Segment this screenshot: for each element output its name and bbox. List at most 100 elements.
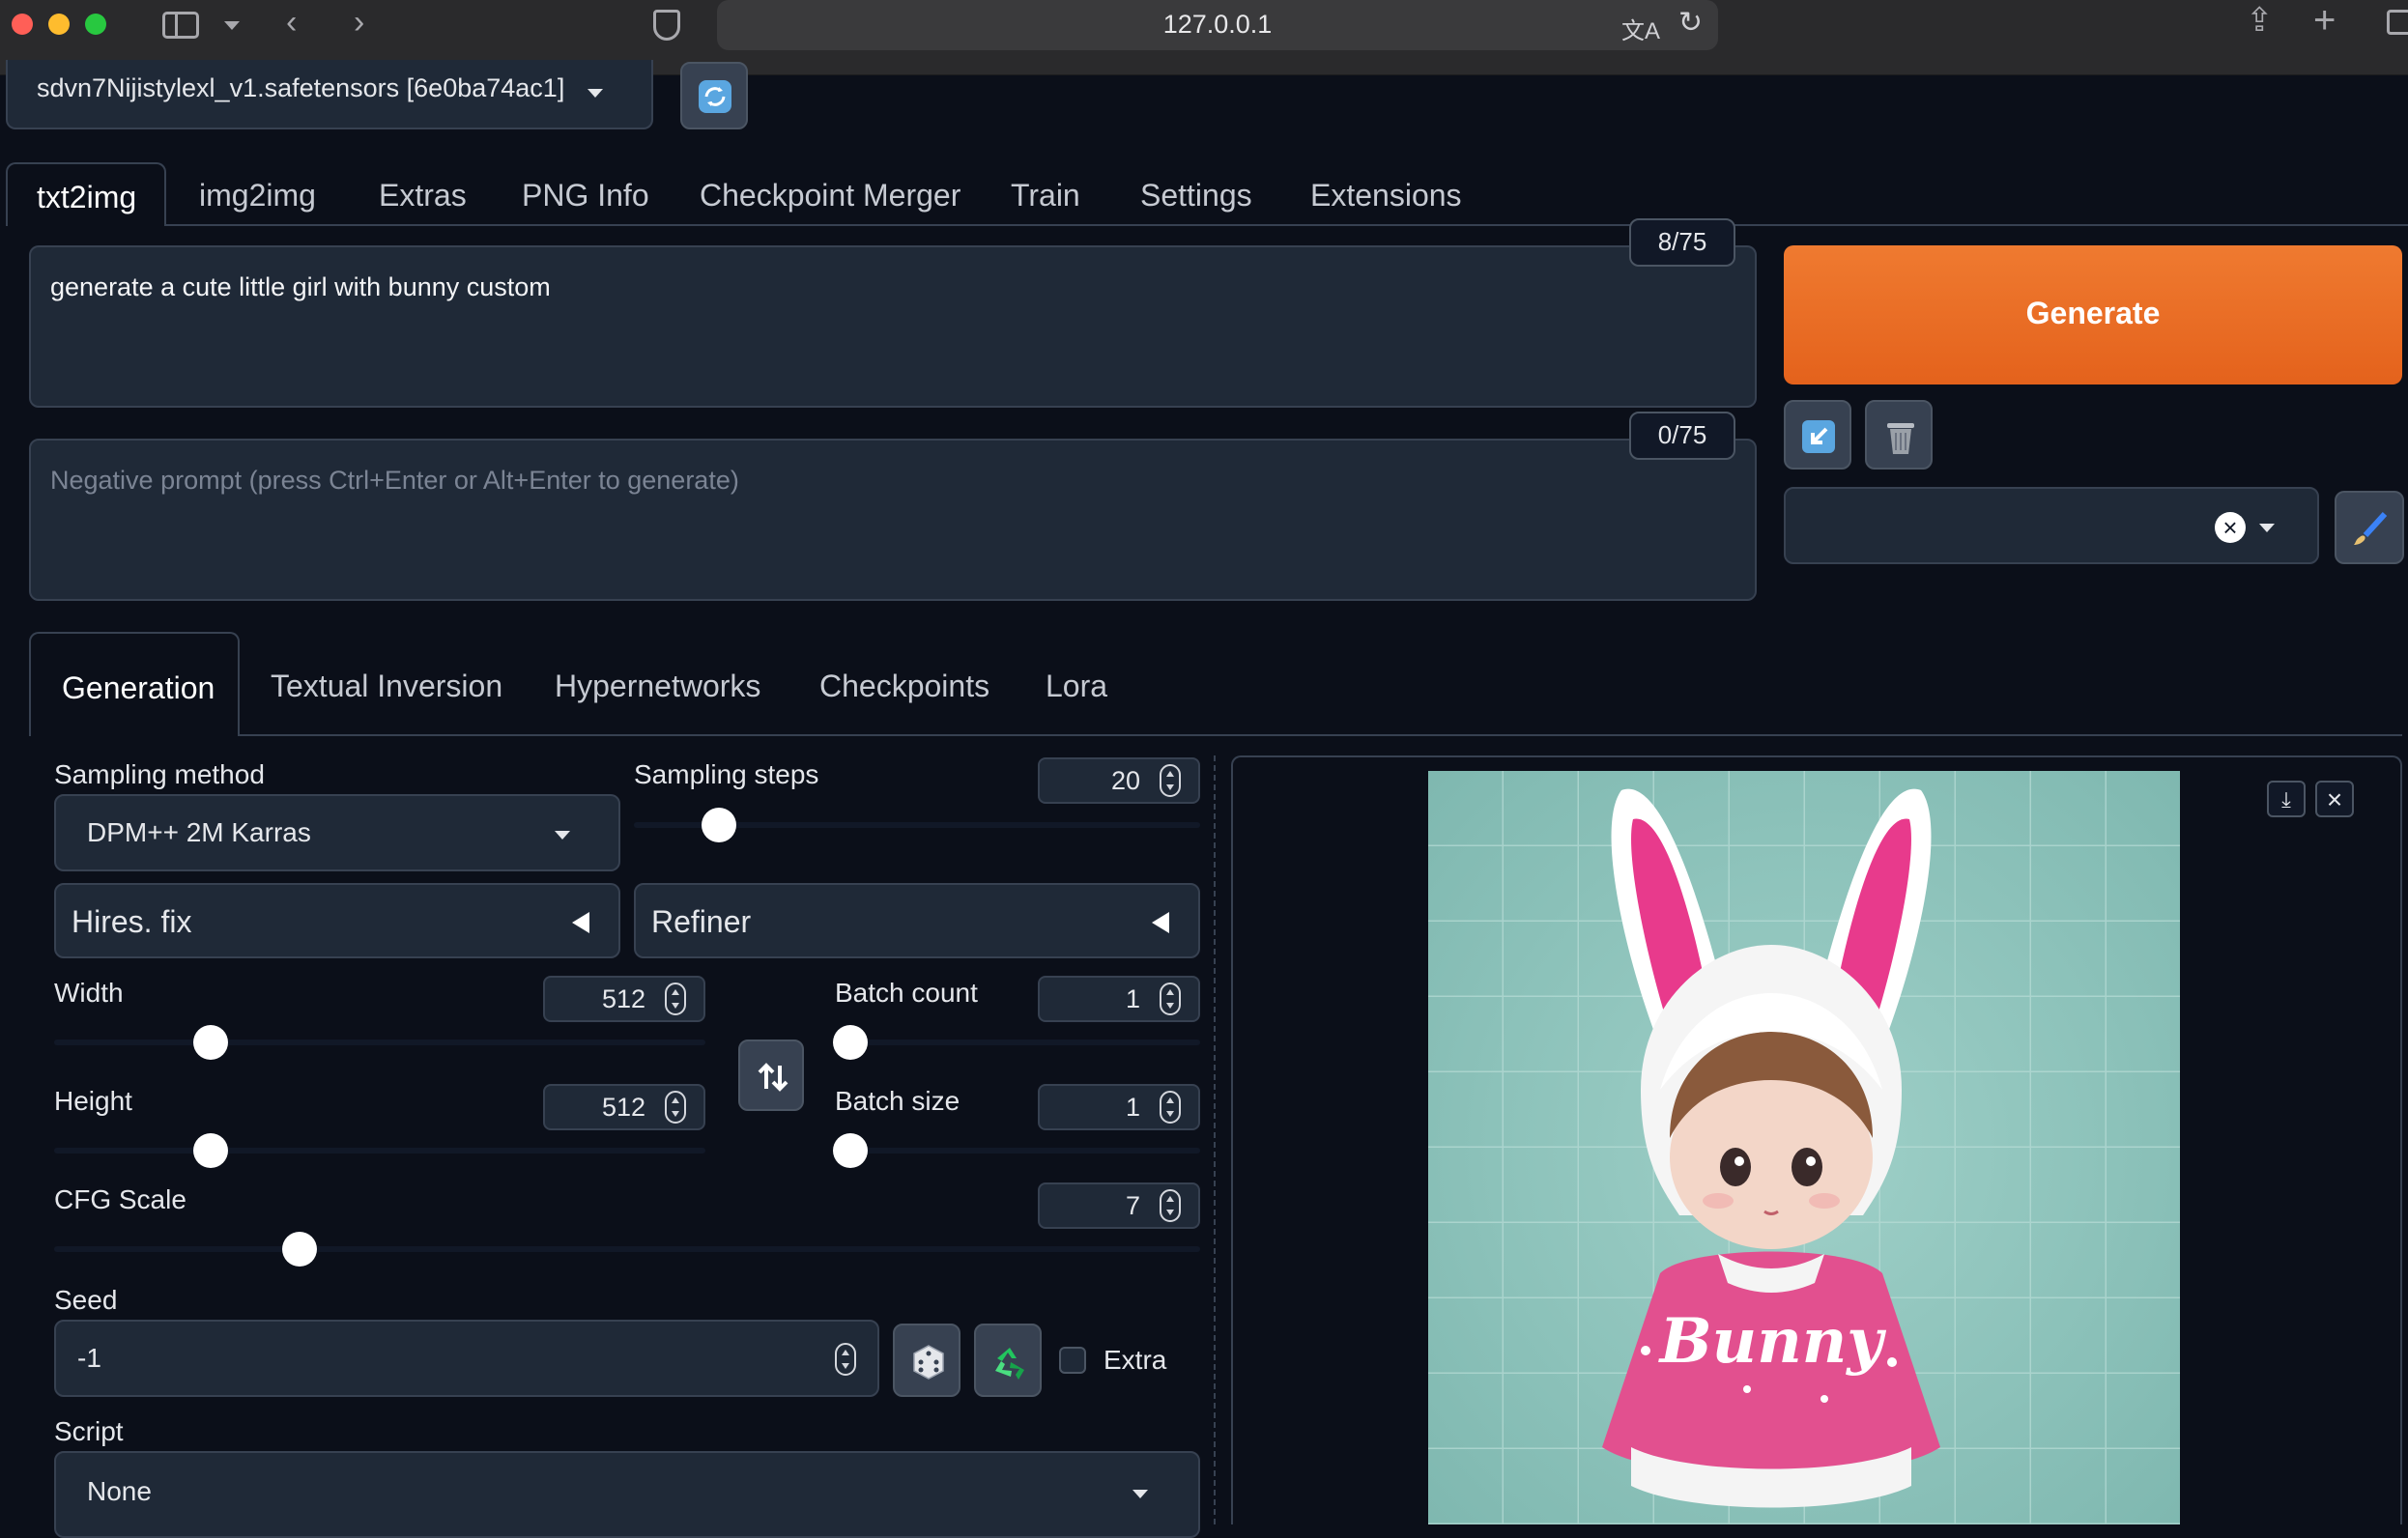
width-input[interactable]: 512	[543, 976, 705, 1022]
batch-count-input[interactable]: 1	[1038, 976, 1200, 1022]
refiner-accordion[interactable]: Refiner	[634, 883, 1200, 958]
new-tab-icon[interactable]: +	[2313, 1, 2336, 40]
random-seed-button[interactable]	[893, 1324, 960, 1397]
share-icon[interactable]: ⇪	[2246, 4, 2274, 37]
tab-label: Generation	[62, 670, 215, 705]
collapse-arrow-icon	[572, 912, 589, 933]
height-slider[interactable]	[54, 1148, 705, 1154]
reload-icon[interactable]: ↻	[1678, 6, 1703, 40]
prompt-textarea[interactable]: generate a cute little girl with bunny c…	[29, 245, 1757, 408]
generated-image[interactable]: Bunny	[1428, 771, 2180, 1524]
trash-icon	[1887, 423, 1914, 454]
script-dropdown[interactable]: None	[54, 1451, 1200, 1538]
dice-icon	[913, 1345, 944, 1380]
tab-extensions[interactable]: Extensions	[1310, 178, 1462, 214]
download-icon[interactable]: ⤓	[2267, 781, 2306, 817]
height-value: 512	[601, 1093, 645, 1122]
back-icon[interactable]: ‹	[286, 6, 297, 39]
sidebar-icon[interactable]	[162, 12, 199, 39]
seed-value: -1	[77, 1343, 101, 1373]
checkpoint-value: sdvn7Nijistylexl_v1.safetensors [6e0ba74…	[37, 73, 565, 102]
refresh-icon	[699, 80, 731, 113]
height-label: Height	[54, 1086, 132, 1116]
column-divider	[1214, 755, 1216, 1524]
width-value: 512	[601, 984, 645, 1013]
batch-count-slider-handle[interactable]	[833, 1025, 868, 1060]
forward-icon[interactable]: ›	[354, 6, 364, 39]
generate-button[interactable]: Generate	[1784, 245, 2402, 384]
tab-txt2img[interactable]: txt2img	[6, 162, 166, 226]
cfg-scale-input[interactable]: 7	[1038, 1182, 1200, 1229]
refiner-label: Refiner	[651, 904, 752, 939]
address-bar[interactable]: 127.0.0.1 文A ↻	[717, 0, 1718, 50]
seed-input[interactable]: -1	[54, 1320, 879, 1397]
minimize-window-button[interactable]	[48, 14, 70, 35]
chevron-down-icon[interactable]	[224, 21, 240, 30]
stepper-icon[interactable]	[665, 1091, 686, 1124]
tab-train[interactable]: Train	[1011, 178, 1080, 214]
zoom-window-button[interactable]	[85, 14, 106, 35]
paste-params-button[interactable]	[1784, 400, 1851, 470]
bunny-girl-illustration: Bunny	[1428, 771, 2180, 1524]
tab-extras[interactable]: Extras	[379, 178, 467, 214]
sampling-method-label: Sampling method	[54, 759, 265, 789]
batch-count-slider[interactable]	[835, 1040, 1200, 1045]
script-label: Script	[54, 1416, 124, 1446]
translate-icon[interactable]: 文A	[1621, 12, 1660, 45]
batch-size-input[interactable]: 1	[1038, 1084, 1200, 1130]
stepper-icon[interactable]	[1160, 1189, 1181, 1222]
tab-lora[interactable]: Lora	[1046, 669, 1107, 704]
sampling-method-dropdown[interactable]: DPM++ 2M Karras	[54, 794, 620, 871]
prompt-text: generate a cute little girl with bunny c…	[50, 272, 551, 301]
close-icon[interactable]: ×	[2215, 512, 2246, 543]
batch-size-slider[interactable]	[835, 1148, 1200, 1154]
negative-prompt-textarea[interactable]: Negative prompt (press Ctrl+Enter or Alt…	[29, 439, 1757, 601]
batch-size-slider-handle[interactable]	[833, 1133, 868, 1168]
arrow-icon	[1802, 420, 1835, 453]
close-icon[interactable]: ×	[2315, 781, 2354, 817]
height-input[interactable]: 512	[543, 1084, 705, 1130]
sampling-steps-label: Sampling steps	[634, 759, 819, 789]
sampling-steps-input[interactable]: 20	[1038, 757, 1200, 804]
script-value: None	[87, 1476, 152, 1506]
tab-checkpoints[interactable]: Checkpoints	[819, 669, 989, 704]
cfg-scale-slider[interactable]	[54, 1246, 1200, 1252]
stepper-icon[interactable]	[1160, 764, 1181, 797]
tab-checkpoint-merger[interactable]: Checkpoint Merger	[700, 178, 960, 214]
tab-overview-icon[interactable]	[2387, 10, 2408, 35]
reuse-seed-button[interactable]	[974, 1324, 1042, 1397]
batch-count-label: Batch count	[835, 978, 978, 1008]
sampling-method-value: DPM++ 2M Karras	[87, 817, 311, 847]
extra-checkbox[interactable]	[1059, 1347, 1086, 1374]
stepper-icon[interactable]	[665, 983, 686, 1015]
height-slider-handle[interactable]	[193, 1133, 228, 1168]
sampling-steps-value: 20	[1110, 766, 1140, 795]
width-slider[interactable]	[54, 1040, 705, 1045]
cfg-scale-slider-handle[interactable]	[282, 1232, 317, 1267]
stepper-icon[interactable]	[1160, 1091, 1181, 1124]
hires-fix-accordion[interactable]: Hires. fix	[54, 883, 620, 958]
tab-png-info[interactable]: PNG Info	[522, 178, 649, 214]
width-slider-handle[interactable]	[193, 1025, 228, 1060]
collapse-arrow-icon	[1152, 912, 1169, 933]
checkpoint-dropdown[interactable]: sdvn7Nijistylexl_v1.safetensors [6e0ba74…	[6, 60, 653, 129]
stepper-icon[interactable]	[835, 1343, 856, 1376]
shield-icon[interactable]	[653, 10, 680, 41]
stepper-icon[interactable]	[1160, 983, 1181, 1015]
swap-dimensions-button[interactable]	[738, 1040, 804, 1111]
tab-hypernetworks[interactable]: Hypernetworks	[555, 669, 760, 704]
refresh-button[interactable]	[680, 62, 748, 129]
tab-generation[interactable]: Generation	[29, 632, 240, 736]
close-window-button[interactable]	[12, 14, 33, 35]
styles-dropdown[interactable]: ×	[1784, 487, 2319, 564]
subtabs-divider	[29, 734, 2402, 736]
tab-textual-inversion[interactable]: Textual Inversion	[271, 669, 502, 704]
tab-settings[interactable]: Settings	[1140, 178, 1252, 214]
hires-fix-label: Hires. fix	[72, 904, 192, 939]
negative-prompt-placeholder: Negative prompt (press Ctrl+Enter or Alt…	[50, 466, 739, 495]
clear-prompt-button[interactable]	[1865, 400, 1933, 470]
edit-styles-button[interactable]	[2335, 491, 2404, 564]
tab-img2img[interactable]: img2img	[199, 178, 316, 214]
swap-vertical-icon	[758, 1063, 788, 1092]
sampling-steps-slider-handle[interactable]	[702, 808, 736, 842]
